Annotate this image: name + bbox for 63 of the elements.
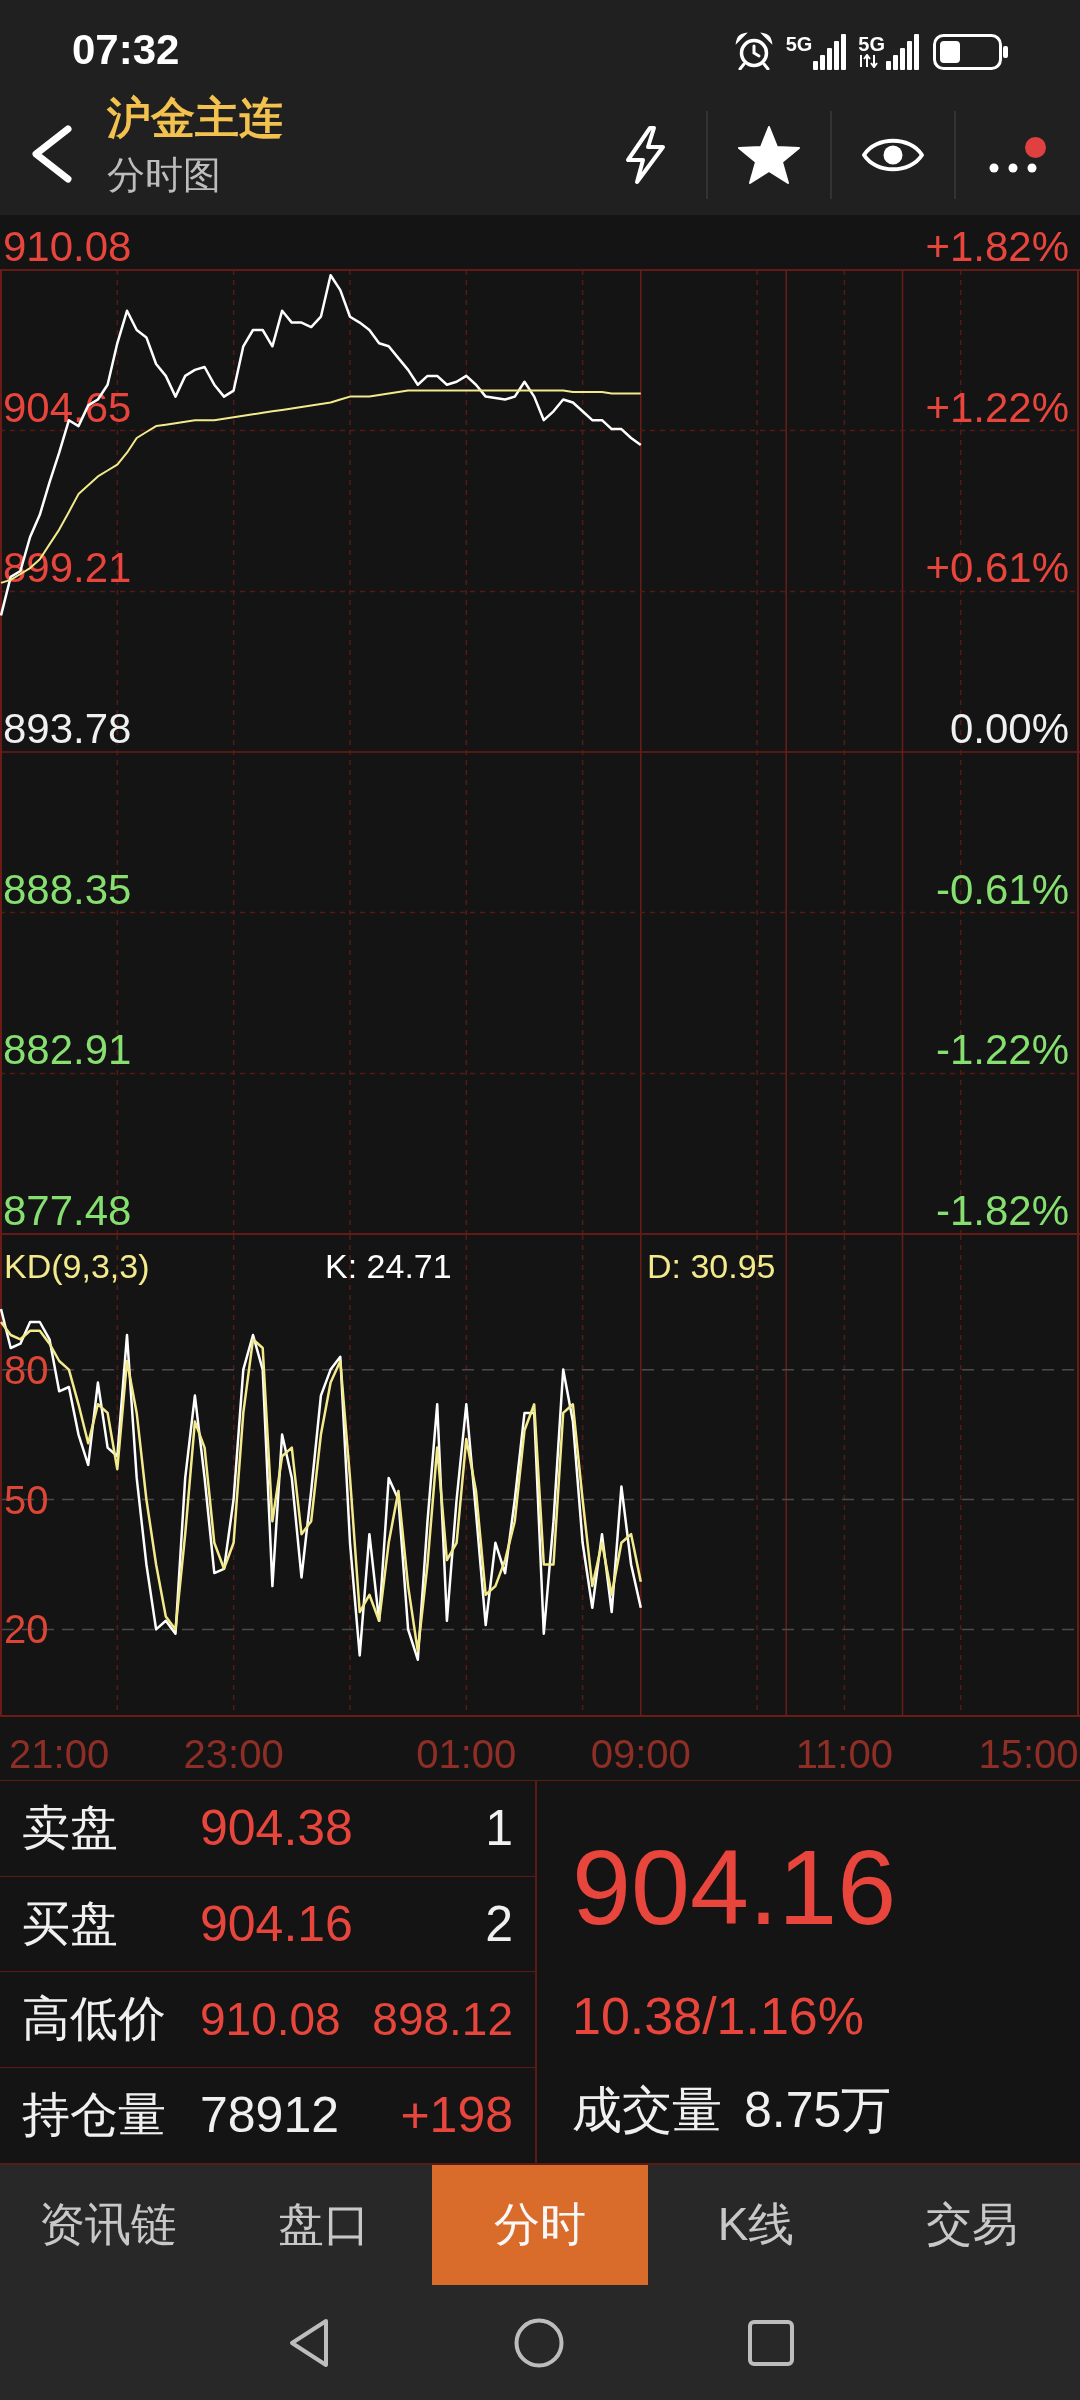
time-axis-label: 23:00 [183, 1732, 284, 1776]
chart-type-subtitle: 分时图 [107, 153, 222, 198]
star-icon [737, 126, 801, 184]
price-axis-label: 882.91 [3, 1026, 132, 1074]
order-price: 904.38 [200, 1799, 353, 1859]
open-interest-value: 78912 [200, 2086, 340, 2146]
time-axis-label: 11:00 [795, 1732, 893, 1776]
tab[interactable]: 资讯链 [0, 2165, 216, 2285]
kd-axis-label: 20 [4, 1607, 49, 1652]
kd-axis-label: 80 [4, 1347, 49, 1392]
price-change: 10.38/1.16% [572, 1986, 865, 2047]
quote-label: 卖盘 [22, 1800, 119, 1857]
signal-bars-icon [813, 33, 847, 70]
indicator-value: D: 30.95 [647, 1247, 776, 1285]
recents-square-icon[interactable] [748, 2319, 794, 2366]
high-price: 910.08 [200, 1991, 341, 2047]
flash-button[interactable] [623, 125, 667, 185]
percent-axis-label: -0.61% [935, 865, 1069, 913]
price-axis-label: 877.48 [3, 1187, 132, 1234]
price-axis-label: 893.78 [3, 705, 132, 752]
battery-icon [933, 33, 1009, 70]
quote-label: 买盘 [22, 1895, 119, 1952]
percent-axis-label: +0.61% [925, 544, 1069, 592]
network-type-label: 5G [858, 33, 885, 54]
kd-axis-label: 50 [4, 1477, 49, 1522]
network-type-label: 5G [785, 33, 813, 54]
alarm-clock-icon [733, 31, 774, 70]
home-circle-icon[interactable] [514, 2317, 564, 2368]
percent-axis-label: 0.00% [949, 705, 1069, 752]
back-triangle-icon[interactable] [288, 2317, 330, 2368]
price-axis-label: 888.35 [3, 865, 132, 913]
last-price: 904.16 [572, 1827, 897, 1947]
open-interest-change: +198 [400, 2086, 513, 2146]
indicator-value: K: 24.71 [325, 1247, 452, 1285]
time-axis-label: 09:00 [590, 1732, 691, 1776]
favorite-button[interactable] [737, 126, 801, 184]
quote-label: 持仓量 [22, 2087, 167, 2144]
status-time: 07:32 [72, 28, 180, 71]
volume-value: 8.75万 [744, 2081, 892, 2140]
indicator-title: KD(9,3,3) [4, 1247, 150, 1285]
data-arrows-icon [858, 53, 881, 68]
time-axis-label: 01:00 [416, 1732, 517, 1776]
volume-label: 成交量 [572, 2081, 722, 2140]
more-button[interactable] [988, 137, 1046, 173]
tab[interactable]: 交易 [864, 2165, 1080, 2285]
lightning-icon [623, 125, 667, 185]
signal-bars-icon [886, 33, 919, 70]
percent-axis-label: +1.82% [925, 223, 1069, 270]
tab[interactable]: 盘口 [216, 2165, 432, 2285]
quote-label: 高低价 [22, 1991, 167, 2048]
order-volume: 2 [485, 1894, 513, 1954]
more-icon [988, 163, 1037, 173]
tab[interactable]: K线 [648, 2165, 864, 2285]
percent-axis-label: -1.22% [935, 1026, 1069, 1074]
low-price: 898.12 [372, 1991, 513, 2047]
time-axis-label: 21:00 [9, 1732, 110, 1776]
percent-axis-label: -1.82% [935, 1187, 1069, 1234]
instrument-title: 沪金主连 [107, 93, 283, 143]
percent-axis-label: +1.22% [925, 383, 1069, 431]
order-price: 904.16 [200, 1894, 353, 1954]
time-axis-label: 15:00 [978, 1732, 1079, 1776]
price-axis-label: 910.08 [3, 223, 132, 270]
order-volume: 1 [485, 1799, 513, 1859]
